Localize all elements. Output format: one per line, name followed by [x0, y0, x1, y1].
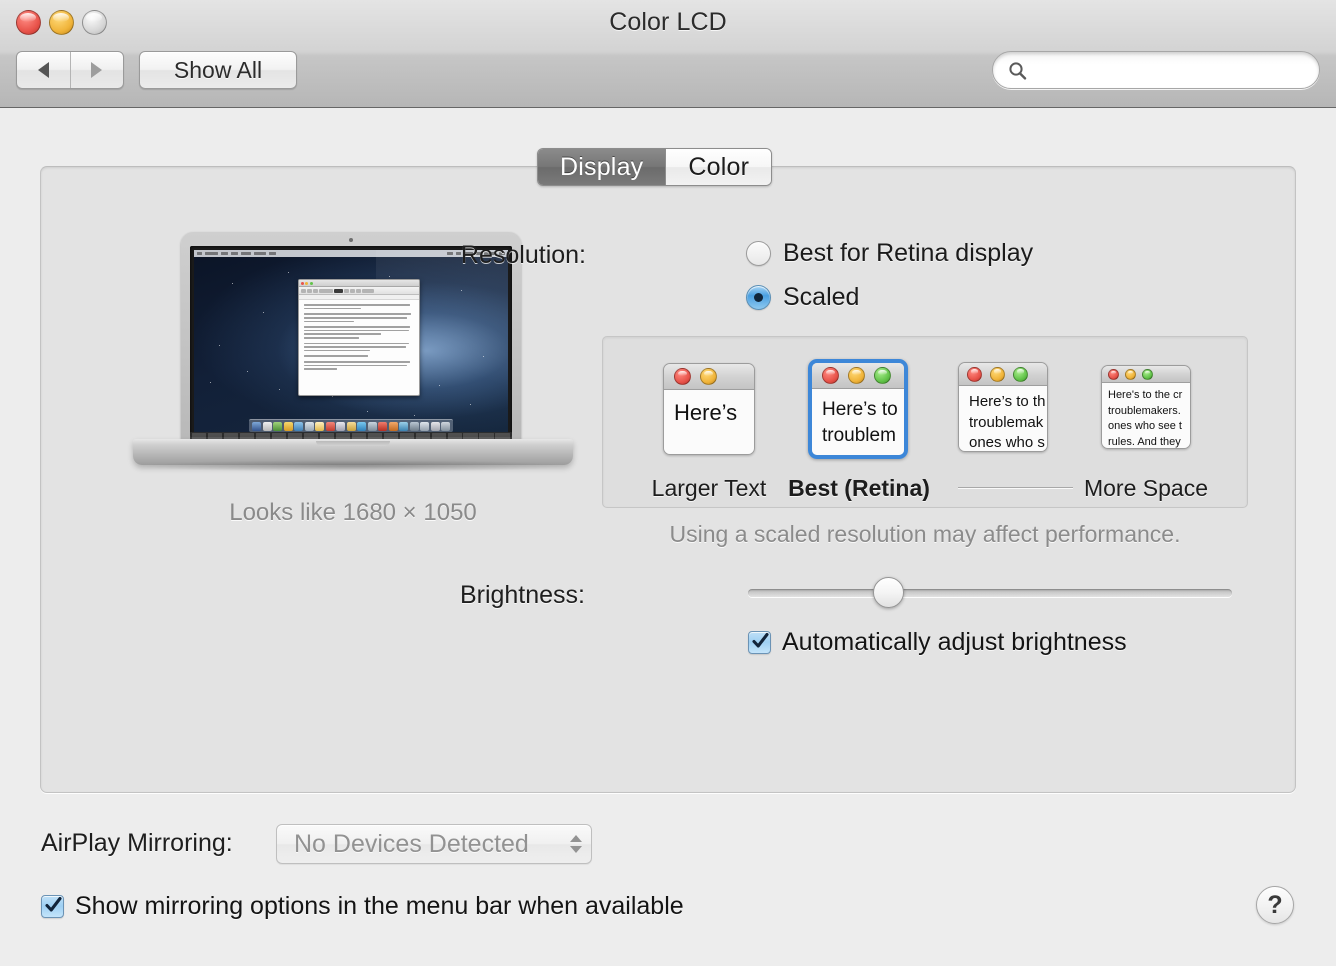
laptop-shadow: [143, 460, 563, 472]
back-button[interactable]: [17, 52, 70, 88]
help-button[interactable]: ?: [1256, 886, 1294, 924]
back-forward-control[interactable]: [16, 51, 124, 89]
resolution-label: Resolution:: [41, 241, 586, 270]
radio-best-for-retina[interactable]: Best for Retina display: [746, 239, 1033, 268]
red-dot-icon: [822, 367, 839, 384]
thumb-text: Here's to the cr troublemakers. ones who…: [1102, 383, 1190, 449]
search-icon: [1008, 61, 1027, 80]
scale-label-larger-text: Larger Text: [631, 475, 787, 502]
airplay-selected-value: No Devices Detected: [277, 830, 561, 859]
mini-window-toolbar: [299, 287, 419, 295]
scale-connector-line: [958, 487, 1073, 488]
window-title: Color LCD: [0, 8, 1336, 37]
radio-scaled[interactable]: Scaled: [746, 283, 859, 312]
thumb-titlebar: [1102, 366, 1190, 383]
yellow-dot-icon: [990, 367, 1005, 382]
scale-label-best-retina: Best (Retina): [781, 475, 937, 502]
chevron-updown-icon: [561, 835, 591, 853]
resolution-caption: Looks like 1680 × 1050: [133, 499, 573, 527]
thumb-titlebar: [664, 364, 754, 390]
radio-label: Scaled: [783, 283, 859, 312]
thumb-titlebar: [959, 363, 1047, 386]
scaled-performance-note: Using a scaled resolution may affect per…: [602, 521, 1248, 548]
airplay-mirroring-label: AirPlay Mirroring:: [41, 829, 233, 858]
radio-button-icon[interactable]: [746, 241, 771, 266]
red-dot-icon: [967, 367, 982, 382]
triangle-left-icon: [38, 62, 49, 78]
green-dot-icon: [1013, 367, 1028, 382]
resolution-thumb-default[interactable]: Here’s to th troublemak ones who s: [958, 362, 1048, 452]
yellow-dot-icon: [700, 368, 717, 385]
laptop-bezel: [190, 246, 512, 437]
thumb-titlebar: [812, 363, 904, 389]
brightness-label: Brightness:: [40, 581, 585, 610]
display-preferences-window: Color LCD Show All Display Color: [0, 0, 1336, 966]
checkbox-checked-icon[interactable]: [748, 631, 771, 654]
checkbox-checked-icon[interactable]: [41, 895, 64, 918]
triangle-right-icon: [91, 62, 102, 78]
scale-label-more-space: More Space: [1068, 475, 1224, 502]
show-mirroring-checkbox-row[interactable]: Show mirroring options in the menu bar w…: [41, 892, 684, 921]
slider-track[interactable]: [748, 589, 1232, 597]
yellow-dot-icon: [1125, 369, 1136, 380]
resolution-thumb-more-space[interactable]: Here's to the cr troublemakers. ones who…: [1101, 365, 1191, 449]
search-field[interactable]: [992, 51, 1320, 89]
radio-button-selected-icon[interactable]: [746, 285, 771, 310]
thumb-text: Here’s: [664, 390, 754, 455]
red-dot-icon: [674, 368, 691, 385]
thumb-text: Here’s to troublem: [812, 389, 904, 459]
auto-brightness-checkbox-row[interactable]: Automatically adjust brightness: [748, 628, 1127, 657]
display-preview: Looks like 1680 × 1050: [133, 232, 573, 527]
slider-thumb[interactable]: [873, 577, 904, 608]
resolution-thumb-best-retina[interactable]: Here’s to troublem: [808, 359, 908, 459]
yellow-dot-icon: [848, 367, 865, 384]
green-dot-icon: [1142, 369, 1153, 380]
tab-color[interactable]: Color: [665, 149, 771, 185]
airplay-device-popup[interactable]: No Devices Detected: [276, 824, 592, 864]
tab-display[interactable]: Display: [538, 149, 665, 185]
show-mirroring-label: Show mirroring options in the menu bar w…: [75, 892, 684, 921]
green-dot-icon: [874, 367, 891, 384]
titlebar: Color LCD Show All: [0, 0, 1336, 108]
scaled-resolution-chooser: Here’s Here’s to troublem: [602, 336, 1248, 508]
resolution-thumb-larger-text[interactable]: Here’s: [663, 363, 755, 455]
mini-window-text: [299, 300, 419, 378]
laptop-screen: [194, 250, 508, 433]
brightness-slider[interactable]: [748, 585, 1232, 601]
show-all-button[interactable]: Show All: [139, 51, 297, 89]
mini-dock: [249, 419, 453, 432]
red-dot-icon: [1108, 369, 1119, 380]
radio-label: Best for Retina display: [783, 239, 1033, 268]
thumb-text: Here’s to th troublemak ones who s: [959, 386, 1047, 452]
mini-window-titlebar: [299, 280, 419, 287]
tab-bar: Display Color: [537, 148, 772, 186]
auto-brightness-label: Automatically adjust brightness: [782, 628, 1127, 657]
mini-textedit-window: [298, 279, 420, 396]
search-input[interactable]: [1033, 60, 1319, 81]
forward-button[interactable]: [70, 52, 124, 88]
